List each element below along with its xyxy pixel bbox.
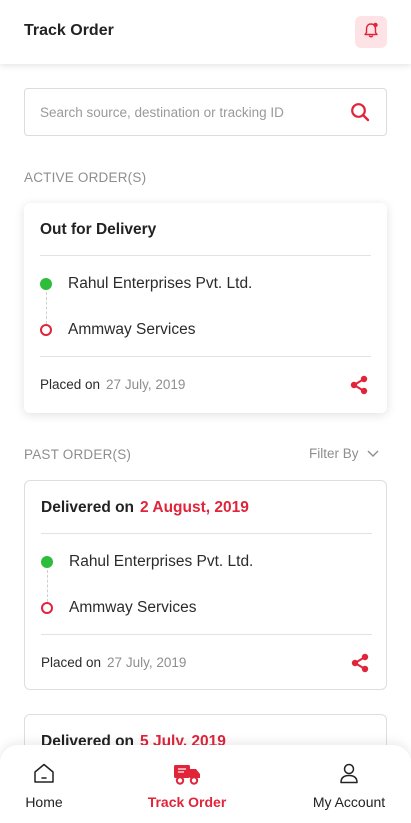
home-icon: [32, 761, 56, 790]
search-input[interactable]: [40, 89, 340, 135]
placed-info: Placed on 27 July, 2019: [41, 655, 186, 670]
nav-item-track-order[interactable]: Track Order: [146, 761, 228, 810]
placed-date: 27 July, 2019: [106, 377, 186, 392]
placed-date: 27 July, 2019: [107, 655, 187, 670]
status-date: 2 August, 2019: [140, 499, 249, 516]
placed-label: Placed on: [40, 377, 101, 392]
share-icon[interactable]: [349, 375, 369, 400]
source-name: Rahul Enterprises Pvt. Ltd.: [69, 553, 254, 570]
page-title: Track Order: [24, 22, 114, 39]
nav-label: Home: [25, 794, 63, 810]
destination-dot: [40, 324, 52, 336]
notifications-button[interactable]: [355, 16, 387, 48]
chevron-down-icon: [367, 446, 379, 461]
nav-label: Track Order: [147, 794, 227, 810]
past-orders-heading: PAST ORDER(S): [24, 447, 132, 462]
divider: [40, 356, 371, 357]
source-dot: [41, 556, 53, 568]
past-order-card[interactable]: Delivered on 2 August, 2019 Rahul Enterpr…: [24, 480, 387, 690]
source-dot: [40, 278, 52, 290]
nav-item-home[interactable]: Home: [22, 761, 66, 810]
destination-dot: [41, 602, 53, 614]
active-orders-heading: ACTIVE ORDER(S): [24, 170, 147, 185]
share-icon[interactable]: [350, 653, 370, 678]
divider: [41, 634, 372, 635]
order-status: Delivered on 2 August, 2019: [41, 499, 249, 517]
filter-dropdown[interactable]: Filter By: [309, 446, 379, 461]
route-line: [46, 570, 48, 602]
route-line: [45, 292, 47, 324]
destination-name: Ammway Services: [68, 321, 196, 338]
nav-label: My Account: [312, 794, 386, 810]
destination-name: Ammway Services: [69, 599, 197, 616]
order-status: Out for Delivery: [40, 221, 157, 238]
status-label: Delivered on: [41, 499, 135, 516]
divider: [41, 533, 372, 534]
truck-icon: [173, 761, 201, 790]
placed-info: Placed on 27 July, 2019: [40, 377, 185, 392]
nav-item-my-account[interactable]: My Account: [308, 761, 390, 810]
active-order-card[interactable]: Out for Delivery Rahul Enterprises Pvt. …: [24, 203, 387, 413]
user-icon: [337, 761, 361, 790]
placed-label: Placed on: [41, 655, 102, 670]
search-box: [24, 88, 387, 136]
filter-label: Filter By: [309, 446, 359, 461]
bottom-nav: Home Track Order My Account: [0, 745, 411, 823]
search-icon[interactable]: [350, 102, 370, 127]
bell-icon: [362, 21, 380, 44]
divider: [40, 255, 371, 256]
source-name: Rahul Enterprises Pvt. Ltd.: [68, 275, 253, 292]
app-header: Track Order: [0, 0, 411, 64]
